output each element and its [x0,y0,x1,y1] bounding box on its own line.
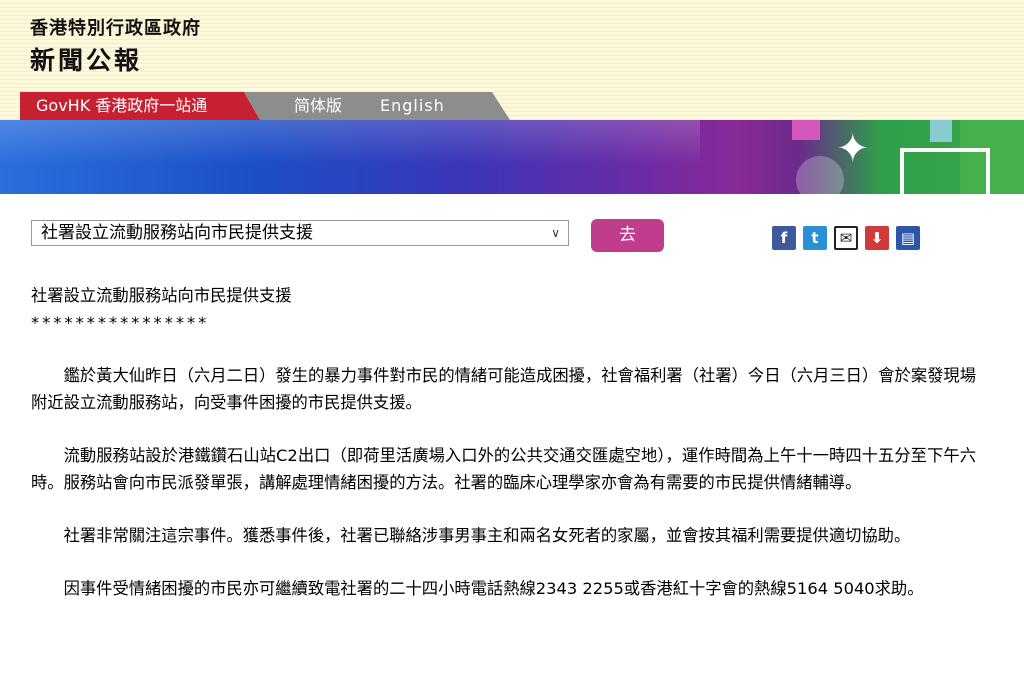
government-name: 香港特別行政區政府 [30,18,201,39]
banner-blue-square [930,120,952,142]
press-releases-title: 新聞公報 [30,46,143,75]
print-icon[interactable]: ▤ [896,226,920,250]
facebook-icon[interactable]: f [772,226,796,250]
twitter-icon[interactable]: t [803,226,827,250]
article-paragraph: 流動服務站設於港鐵鑽石山站C2出口（即荷里活廣場入口外的公共交通交匯處空地），運… [31,446,976,492]
article-paragraph: 因事件受情緒困擾的市民亦可繼續致電社署的二十四小時電話熱線2343 2255或香… [63,579,924,598]
decorative-banner: ✦ [0,120,1024,194]
press-release-select[interactable]: 社署設立流動服務站向市民提供支援 ∨ [31,220,569,246]
selected-option: 社署設立流動服務站向市民提供支援 [41,223,313,243]
govhk-link[interactable]: GovHK 香港政府一站通 [20,92,260,120]
chevron-down-icon: ∨ [551,226,560,240]
english-link[interactable]: English [380,92,445,120]
article-body: 社署設立流動服務站向市民提供支援 **************** 鑑於黃大仙昨… [31,282,976,602]
banner-shine [0,120,700,194]
go-button[interactable]: 去 [591,219,664,252]
language-bar: 简体版 English [244,92,510,120]
simplified-chinese-link[interactable]: 简体版 [294,92,342,120]
banner-frame [900,148,990,194]
masthead: 香港特別行政區政府 新聞公報 GovHK 香港政府一站通 简体版 English [0,0,1024,120]
banner-pink-square [792,120,820,140]
email-icon[interactable]: ✉ [834,226,858,250]
article-title: 社署設立流動服務站向市民提供支援 [31,286,292,305]
sparkle-icon: ✦ [836,126,870,172]
article-paragraph: 鑑於黃大仙昨日（六月二日）發生的暴力事件對市民的情緒可能造成困擾，社會福利署（社… [31,366,976,412]
title-separator: **************** [31,313,210,332]
article-paragraph: 社署非常關注這宗事件。獲悉事件後，社署已聯絡涉事男事主和兩名女死者的家屬，並會按… [63,526,911,545]
pdf-icon[interactable]: ⬇ [865,226,889,250]
top-navbar: GovHK 香港政府一站通 简体版 English [0,92,510,120]
